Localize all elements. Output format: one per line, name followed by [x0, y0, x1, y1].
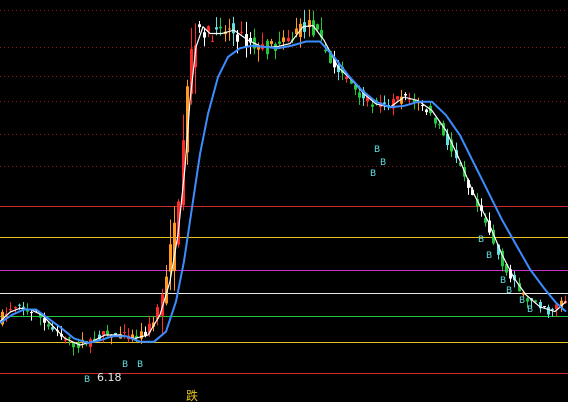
candle-body [9, 309, 12, 311]
signal-marker-b: B [500, 276, 506, 286]
candle-body [228, 28, 231, 30]
signal-marker-b: B [380, 158, 386, 168]
candle-body [434, 117, 437, 124]
signal-marker-b: B [374, 145, 380, 155]
candle-body [316, 24, 319, 30]
signal-marker-b: B [506, 286, 512, 296]
candle-body [358, 92, 361, 98]
signal-marker-b: B [84, 375, 90, 385]
candle-body [438, 124, 441, 126]
signal-marker-b: B [486, 251, 492, 261]
candle-body [404, 94, 407, 96]
candle-body [345, 76, 348, 80]
candle-body [26, 310, 29, 312]
candle-body [68, 337, 71, 339]
signal-marker-b: B [122, 360, 128, 370]
candle-body [270, 41, 273, 45]
candle-body [215, 27, 218, 30]
candle-body [547, 307, 550, 315]
candle-body [287, 37, 290, 42]
candle-body [383, 102, 386, 104]
candle-body [211, 40, 214, 42]
candle-body [278, 41, 281, 44]
candlestick-chart: BB BBBBBBBBBB 6.18 跌 [0, 0, 568, 402]
candle-body [106, 330, 109, 335]
low-price-label: 6.18 [97, 371, 122, 384]
signal-label: 跌 [186, 388, 198, 402]
candle-body [371, 104, 374, 107]
candle-body [282, 37, 285, 42]
signal-marker-b: B [137, 360, 143, 370]
candle-body [240, 31, 243, 33]
candle-body [526, 298, 529, 302]
candle-body [198, 24, 201, 28]
candle-body [18, 304, 21, 306]
signal-marker-b: B [478, 235, 484, 245]
candle-body [425, 109, 428, 113]
candle-body [72, 342, 75, 348]
candle-body [232, 23, 235, 34]
candle-body [219, 26, 222, 29]
signal-marker-b: B [519, 296, 525, 306]
candle-body [421, 105, 424, 107]
candle-body [14, 306, 17, 309]
candle-body [22, 306, 25, 308]
candle-body [30, 312, 33, 314]
candle-body [169, 244, 172, 272]
candle-body [543, 306, 546, 308]
candle-body [123, 332, 126, 334]
candle-body [396, 96, 399, 100]
candle-body [236, 34, 239, 42]
signal-marker-b: B [527, 305, 533, 315]
signal-marker-b: B [370, 169, 376, 179]
candle-body [47, 324, 50, 327]
candle-body [102, 331, 105, 335]
candle-body [203, 32, 206, 38]
